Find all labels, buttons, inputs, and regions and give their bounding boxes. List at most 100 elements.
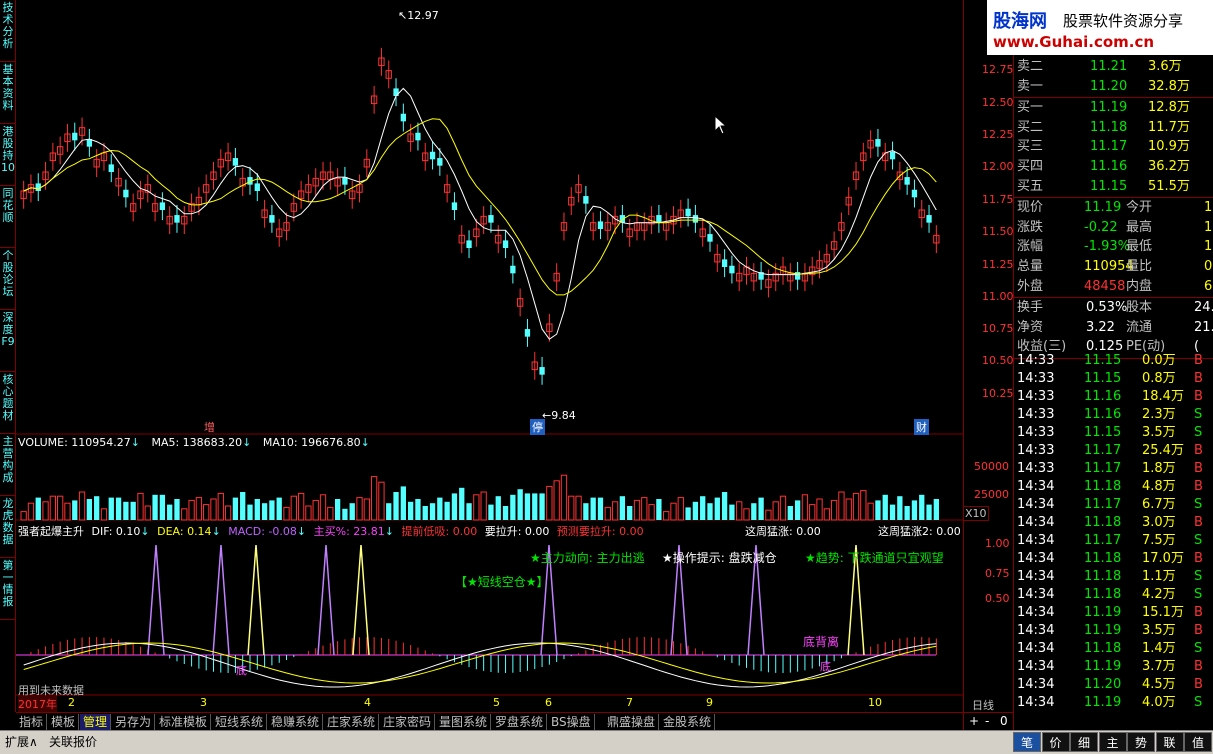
zoom-in-button[interactable]: + [969,714,979,728]
tick-time: 14:33 [1017,407,1055,422]
time-axis-year: 2017年 [18,696,57,712]
volume-bar [407,501,414,520]
indicator-name[interactable]: 强者起爆主升 [18,525,84,538]
volume-bar [801,494,809,521]
volume-bar [604,506,611,521]
tool-tab-10[interactable]: 罗盘系统 [492,714,548,730]
volume-bar [174,499,180,520]
ma5-value: MA5: 138683.20 [151,436,243,449]
stat-value: 11 [1204,200,1213,216]
tick-side: S [1194,425,1203,440]
left-tab-7[interactable]: 主营构成 [0,434,16,496]
tick-side: B [1194,551,1203,566]
tick-row: 14:34 11.19 15.1万 B [1014,604,1213,622]
trading-app: 技术分析 基本资料 港股持10 同花顺 个股论坛 深度F9 核心题材 主营构成 龙虎数据 第一情报… [0,0,1213,754]
left-tab-1[interactable]: 基本资料 [0,62,16,124]
kline-chart[interactable] [16,0,963,712]
left-tab-2[interactable]: 港股持10 [0,124,16,186]
left-tab-3[interactable]: 同花顺 [0,186,16,248]
tick-row: 14:34 11.17 6.7万 S [1014,496,1213,514]
hint-trend: ★趋势: 下跌通道只宜观望 [805,551,944,565]
zoom-controls: + - 0 [963,712,1013,730]
event-label-finance[interactable]: 财 [914,419,929,435]
left-tab-8[interactable]: 龙虎数据 [0,496,16,558]
price-axis-label: 12.50 [982,96,1014,109]
right-tab-5[interactable]: 联 [1155,732,1184,752]
candlestick-series [20,47,940,385]
volume-bar [27,502,35,521]
expand-button[interactable]: 扩展∧ [2,733,41,751]
left-tab-0[interactable]: 技术分析 [0,0,16,62]
tool-tab-8[interactable]: 庄家密码 [380,714,436,730]
right-tab-6[interactable]: 值 [1184,732,1212,752]
volume-bar [830,499,838,521]
volume-bar [627,506,633,520]
bottom-divergence-label: 底背离 [803,635,840,649]
stat-label: 股本 [1126,300,1153,316]
high-price-value: 12.97 [407,9,439,22]
volume-bar [714,497,720,520]
low-price-value: 9.84 [551,409,576,422]
volume-bar [100,508,108,521]
volume-bar [648,504,655,521]
tick-price: 11.18 [1084,569,1122,584]
stat-label: 外盘 [1017,278,1044,294]
tick-price: 11.17 [1084,443,1122,458]
candle-body [451,202,458,210]
ask-volume: 32.8万 [1148,78,1190,94]
volume-bar [86,499,93,520]
tool-tab-1[interactable]: 模板 [48,714,80,730]
left-tab-6[interactable]: 核心题材 [0,372,16,434]
related-quote-button[interactable]: 关联报价 [46,733,100,751]
signal-spike [147,544,165,656]
tool-tab-7[interactable]: 庄家系统 [324,714,380,730]
tool-tab-13[interactable]: 金股系统 [660,714,716,730]
volume-bar [363,498,370,521]
tool-tab-6[interactable]: 稳赚系统 [268,714,324,730]
tool-tab-4[interactable]: 标准模板 [156,714,212,730]
right-tab-4[interactable]: 势 [1127,732,1155,752]
right-tab-1[interactable]: 价 [1041,732,1070,752]
volume-bar [305,505,312,521]
signal-spike [212,544,230,656]
tool-tab-3[interactable]: 另存为 [112,714,156,730]
tool-tab-5[interactable]: 短线系统 [212,714,268,730]
right-tab-2[interactable]: 细 [1070,732,1098,752]
volume-bar [919,494,925,520]
volume-bar [115,497,122,520]
tick-time: 14:33 [1017,425,1055,440]
event-label-increase[interactable]: 增 [204,419,215,435]
volume-bar [137,492,144,521]
zoom-reset-button[interactable]: 0 [1000,714,1008,728]
event-label-suspend[interactable]: 停 [530,419,545,435]
tick-row: 14:33 11.15 0.0万 B [1014,352,1213,370]
tool-tab-11[interactable]: BS操盘 [548,714,595,730]
volume-bar [911,500,918,520]
period-label[interactable]: 日线 [972,697,994,713]
left-tab-9[interactable]: 第一情报 [0,558,16,620]
stat-label: 最高 [1126,219,1153,235]
volume-bar [167,504,173,520]
tool-tab-2[interactable]: 管理 [80,714,112,730]
tick-time: 14:34 [1017,479,1055,494]
zoom-out-button[interactable]: - [985,714,989,728]
right-tab-3[interactable]: 主 [1098,732,1127,752]
ask-volume: 3.6万 [1148,59,1182,74]
volume-bar [619,496,626,520]
volume-bar [108,497,114,520]
left-tab-4[interactable]: 个股论坛 [0,248,16,310]
volume-bar [765,509,772,521]
left-tab-5[interactable]: 深度F9 [0,310,16,372]
quote-panel: 卖二 11.21 3.6万 卖一 11.20 32.8万 买一 11.19 12.8万 买二 11.… [1013,0,1213,730]
volume-bar [583,503,589,520]
tick-side: S [1194,533,1203,548]
tool-tab-0[interactable]: 指标 [16,714,48,730]
tool-tab-12[interactable]: 鼎盛操盘 [604,714,660,730]
tool-tab-9[interactable]: 量图系统 [436,714,492,730]
volume-bar [539,493,545,520]
volume-bar [72,500,78,520]
volume-bar [437,497,443,520]
right-tab-0[interactable]: 笔 [1013,732,1041,752]
price-axis-label: 12.00 [982,160,1014,173]
volume-bar [159,494,166,520]
